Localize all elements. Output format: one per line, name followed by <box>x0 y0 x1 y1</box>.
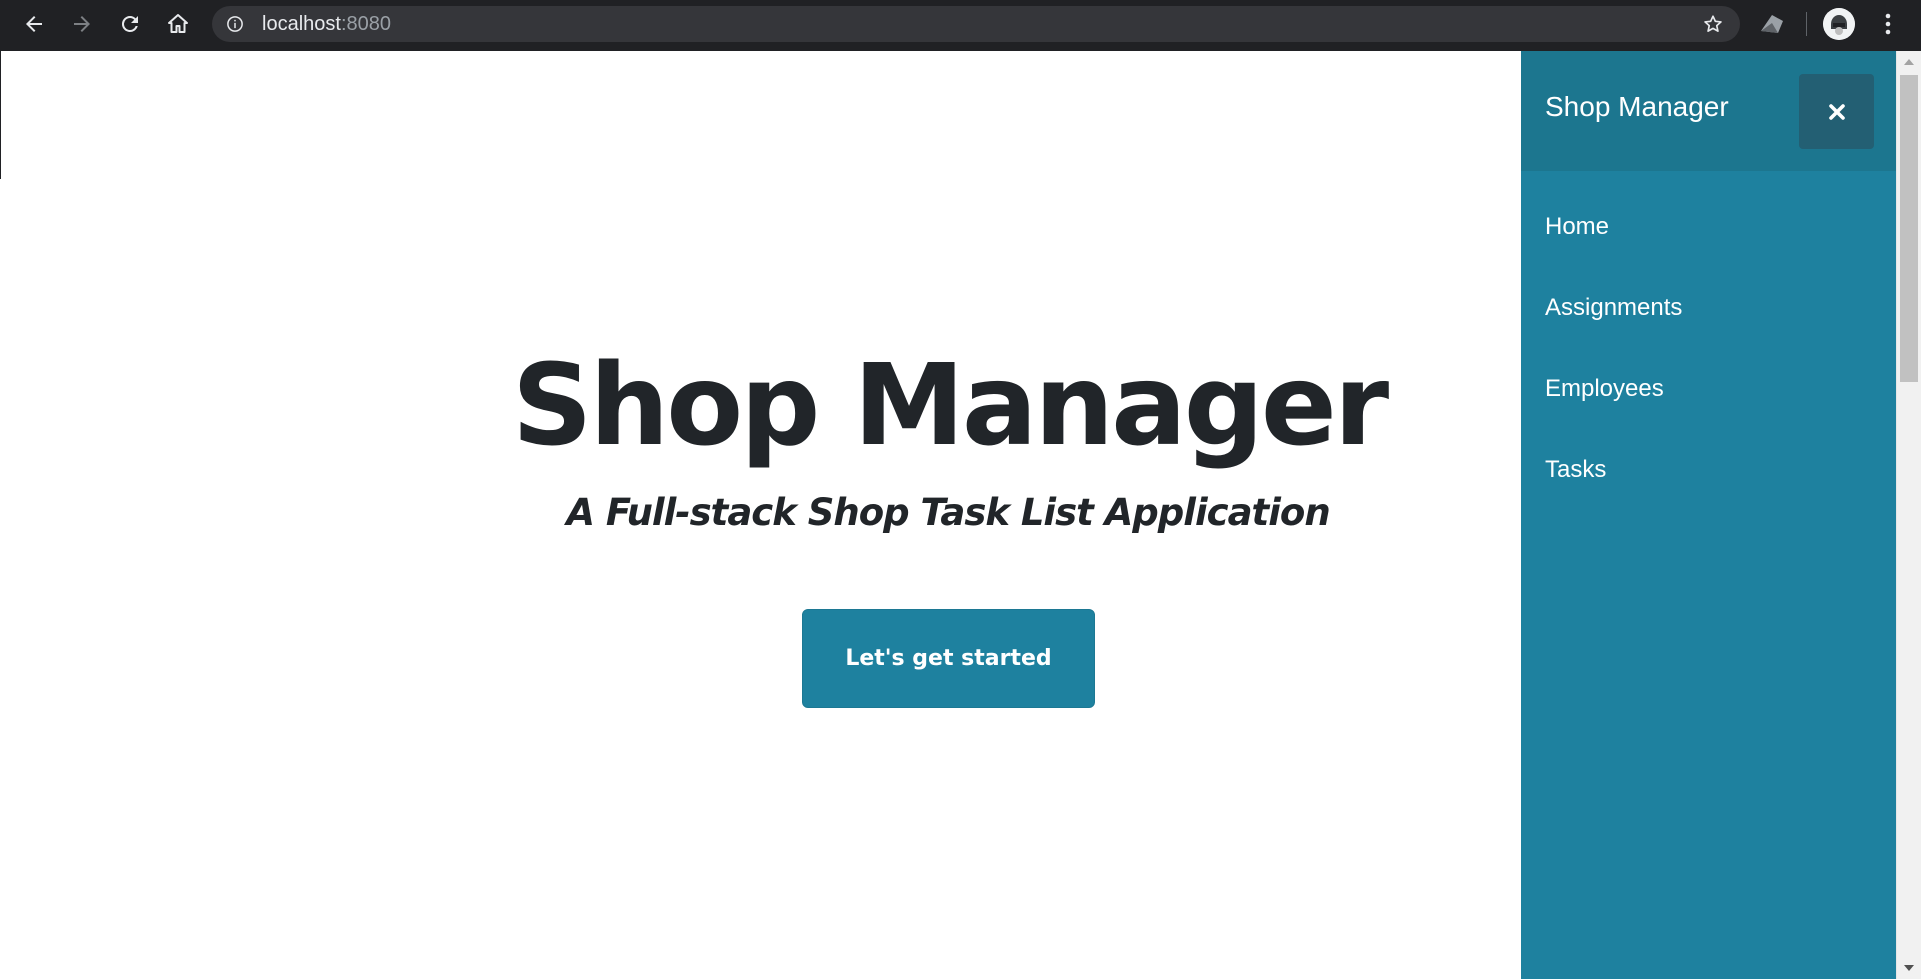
avatar[interactable] <box>1823 8 1855 40</box>
info-circle-icon[interactable] <box>226 15 244 33</box>
sidebar-item-tasks[interactable]: Tasks <box>1521 454 1896 535</box>
sidebar-item-home[interactable]: Home <box>1521 211 1896 292</box>
reload-icon <box>121 15 138 32</box>
arrow-left-icon <box>26 16 42 32</box>
kebab-menu-icon[interactable] <box>1874 8 1902 40</box>
url-host: localhost <box>262 13 341 35</box>
forward-button[interactable] <box>64 6 100 42</box>
browser-toolbar: localhost:8080 <box>0 0 1921 51</box>
sidebar-close-button[interactable] <box>1799 74 1874 149</box>
profile-icon <box>1823 8 1855 40</box>
home-icon <box>168 14 188 33</box>
url-port: :8080 <box>340 13 391 35</box>
scrollbar-thumb[interactable] <box>1900 75 1918 382</box>
home-button[interactable] <box>160 6 196 42</box>
sidebar-nav: Home Assignments Employees Tasks <box>1521 211 1896 535</box>
sidebar-item-employees[interactable]: Employees <box>1521 373 1896 454</box>
sidebar-header: Shop Manager <box>1521 51 1896 171</box>
url-text[interactable]: localhost:8080 <box>262 6 391 42</box>
sidebar-item-assignments[interactable]: Assignments <box>1521 292 1896 373</box>
get-started-button[interactable]: Let's get started <box>802 609 1095 708</box>
back-button[interactable] <box>16 6 52 42</box>
sidebar: Shop Manager Home Assignments Employees … <box>1521 51 1896 979</box>
toolbar-divider <box>1806 12 1807 36</box>
vertical-scrollbar[interactable] <box>1896 51 1921 979</box>
scroll-down-arrow[interactable] <box>1904 965 1914 971</box>
hero-section: Shop Manager A Full-stack Shop Task List… <box>0 51 1521 979</box>
extension-icon[interactable] <box>1758 11 1786 37</box>
page-viewport: Shop Manager A Full-stack Shop Task List… <box>0 51 1921 979</box>
arrow-right-icon <box>74 16 90 32</box>
close-icon <box>1828 103 1845 120</box>
sidebar-brand[interactable]: Shop Manager <box>1545 87 1729 127</box>
star-icon[interactable] <box>1702 13 1724 35</box>
scroll-up-arrow[interactable] <box>1904 59 1914 65</box>
address-bar[interactable]: localhost:8080 <box>212 6 1740 42</box>
reload-button[interactable] <box>112 6 148 42</box>
